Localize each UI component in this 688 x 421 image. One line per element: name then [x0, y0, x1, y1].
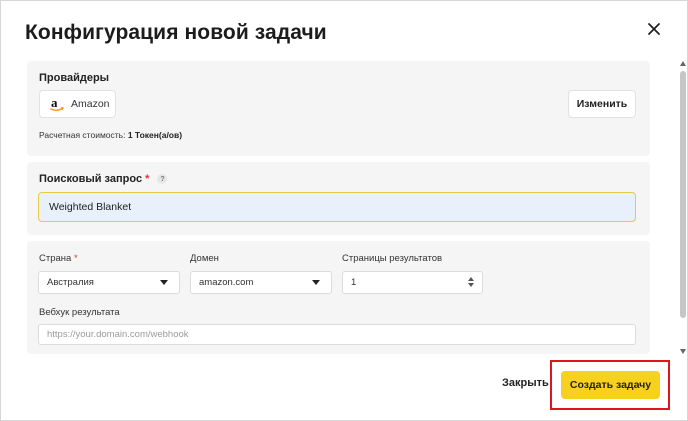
estimated-cost: Расчетная стоимость: 1 Токен(а/ов) [39, 130, 182, 140]
country-select[interactable]: Австралия [38, 271, 180, 294]
search-query-input[interactable]: Weighted Blanket [38, 192, 636, 222]
pages-value: 1 [351, 277, 357, 288]
webhook-label: Вебхук результата [39, 307, 120, 318]
close-button[interactable]: Закрыть [502, 377, 549, 389]
create-task-button[interactable]: Создать задачу [561, 371, 660, 399]
chevron-down-icon [160, 280, 168, 285]
change-providers-button[interactable]: Изменить [568, 90, 636, 118]
search-label: Поисковый запрос * ? [39, 173, 168, 185]
country-value: Австралия [47, 277, 94, 288]
cost-label: Расчетная стоимость: [39, 130, 126, 140]
scroll-thumb[interactable] [680, 71, 686, 318]
country-label: Страна * [39, 253, 78, 264]
stepper-icon[interactable] [468, 277, 474, 287]
provider-chip-amazon[interactable]: a Amazon [39, 90, 116, 118]
search-section: Поисковый запрос * ? Weighted Blanket [27, 162, 650, 235]
domain-select[interactable]: amazon.com [190, 271, 332, 294]
pages-stepper[interactable]: 1 [342, 271, 483, 294]
provider-name: Amazon [71, 98, 110, 110]
chevron-down-icon [312, 280, 320, 285]
pages-label: Страницы результатов [342, 253, 443, 264]
scroll-up-icon[interactable] [680, 61, 686, 66]
svg-text:a: a [51, 96, 58, 110]
scrollbar[interactable] [679, 61, 687, 357]
options-section: Страна * Австралия Домен amazon.com Стра… [27, 241, 650, 354]
providers-section: Провайдеры a Amazon Изменить Расчетная с… [27, 61, 650, 156]
close-icon[interactable] [644, 19, 664, 39]
providers-label: Провайдеры [39, 72, 110, 84]
country-label-text: Страна [39, 253, 72, 264]
webhook-input[interactable]: https://your.domain.com/webhook [38, 324, 636, 345]
cost-value: 1 Токен(а/ов) [127, 130, 183, 140]
amazon-logo-icon: a [49, 96, 65, 112]
dialog-title: Конфигурация новой задачи [25, 21, 327, 44]
required-mark: * [73, 253, 78, 264]
search-label-text: Поисковый запрос [39, 173, 143, 185]
help-icon[interactable]: ? [157, 174, 168, 185]
scroll-down-icon[interactable] [680, 349, 686, 354]
task-config-dialog: Конфигурация новой задачи Провайдеры a A… [0, 0, 688, 421]
domain-label: Домен [190, 253, 219, 264]
required-mark: * [145, 173, 150, 185]
domain-value: amazon.com [199, 277, 254, 288]
